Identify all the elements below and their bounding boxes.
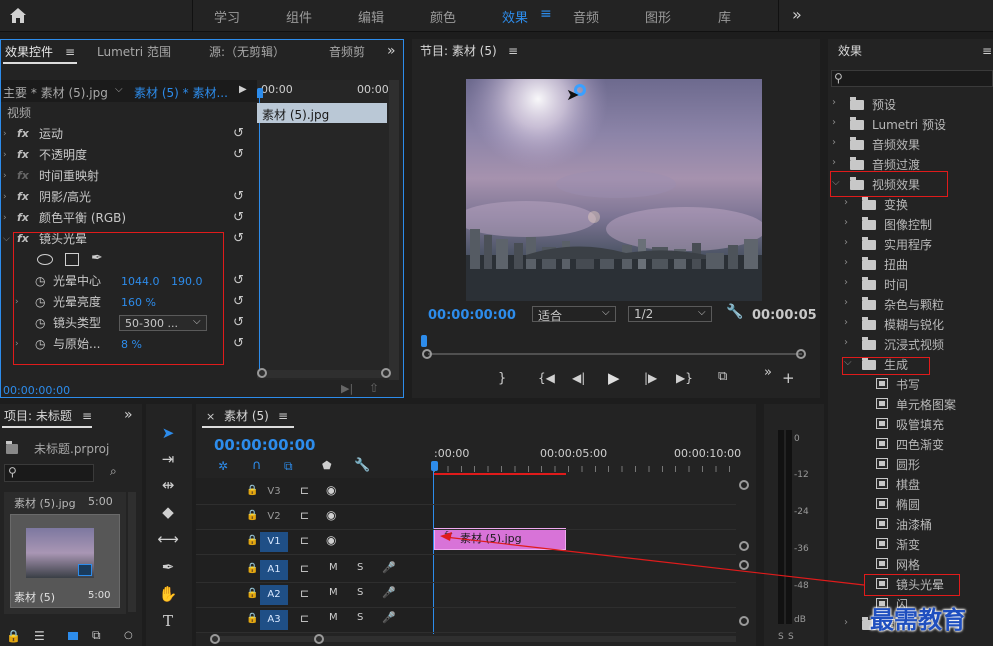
annotation-arrow xyxy=(440,532,865,586)
watermark: 最需教育 xyxy=(870,605,966,634)
